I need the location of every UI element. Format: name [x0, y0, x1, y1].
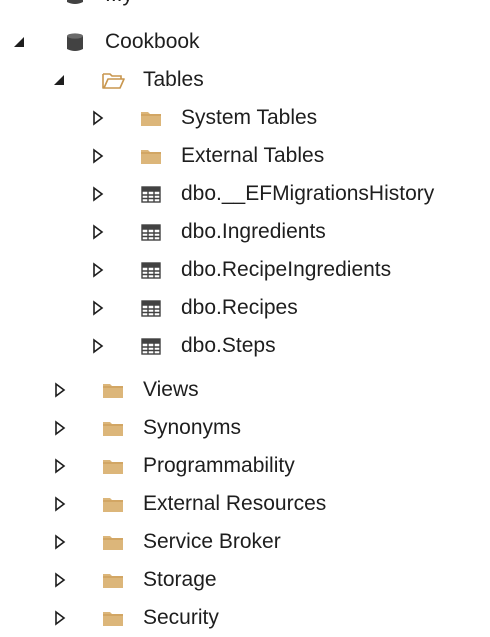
database-icon — [67, 33, 83, 51]
table-icon — [141, 300, 161, 317]
tree-node-db-child[interactable]: Views — [0, 371, 490, 409]
table-icon — [141, 338, 161, 355]
tree-node-tables-child[interactable]: dbo.RecipeIngredients — [0, 251, 490, 289]
chevron-collapsed-icon[interactable] — [90, 186, 106, 202]
tree-node-db-child[interactable]: Security — [0, 599, 490, 637]
folder-icon — [141, 112, 161, 126]
chevron-collapsed-icon[interactable] — [52, 420, 68, 436]
folder-icon — [103, 612, 123, 626]
object-explorer-tree: ...y Cookbook Tables System Tables External … — [0, 0, 490, 637]
chevron-collapsed-icon[interactable] — [90, 338, 106, 354]
chevron-collapsed-icon[interactable] — [52, 382, 68, 398]
tree-node-tables-child-label: dbo.Steps — [181, 334, 276, 357]
tree-node-tables-label: Tables — [143, 68, 204, 91]
tree-node-db-child[interactable]: External Resources — [0, 485, 490, 523]
chevron-collapsed-icon[interactable] — [90, 224, 106, 240]
folder-open-icon — [102, 73, 125, 89]
tree-node-tables-child[interactable]: dbo.Ingredients — [0, 213, 490, 251]
tree-node-tables-child-label: dbo.__EFMigrationsHistory — [181, 182, 435, 205]
tree-node-tables-child-label: dbo.RecipeIngredients — [181, 258, 392, 281]
tree-node-tables-child-label: External Tables — [181, 144, 325, 167]
database-icon — [67, 0, 83, 4]
tree-node-db-child-label: Storage — [143, 568, 217, 591]
folder-icon — [103, 498, 123, 512]
tree-node-database-cookbook-label: Cookbook — [105, 30, 200, 53]
tree-node-db-child-label: Views — [143, 378, 199, 401]
tree-node-tables-child[interactable]: System Tables — [0, 99, 490, 137]
tree-node-database-cookbook[interactable]: Cookbook — [0, 23, 490, 61]
chevron-collapsed-icon[interactable] — [90, 110, 106, 126]
folder-icon — [103, 460, 123, 474]
tree-node-db-child-label: Service Broker — [143, 530, 281, 553]
tree-node-db-child-label: Programmability — [143, 454, 295, 477]
folder-icon — [103, 574, 123, 588]
chevron-collapsed-icon[interactable] — [90, 148, 106, 164]
tree-node-partial-database[interactable]: ...y — [0, 0, 490, 14]
chevron-collapsed-icon[interactable] — [52, 534, 68, 550]
tree-node-tables-child[interactable]: dbo.Recipes — [0, 289, 490, 327]
tree-node-db-child[interactable]: Storage — [0, 561, 490, 599]
chevron-collapsed-icon[interactable] — [52, 572, 68, 588]
tree-node-db-child-label: Security — [143, 606, 219, 629]
tree-node-db-child-label: Synonyms — [143, 416, 242, 439]
tree-node-tables-child-label: dbo.Ingredients — [181, 220, 326, 243]
tree-node-db-child-label: External Resources — [143, 492, 327, 515]
chevron-expanded-icon[interactable] — [52, 72, 68, 88]
tree-node-tables-child[interactable]: dbo.Steps — [0, 327, 490, 365]
tree-node-tables-child[interactable]: dbo.__EFMigrationsHistory — [0, 175, 490, 213]
table-icon — [141, 262, 161, 279]
folder-icon — [103, 422, 123, 436]
tree-node-partial-database-label: ...y — [105, 0, 133, 14]
table-icon — [141, 186, 161, 203]
tree-node-tables-child-label: dbo.Recipes — [181, 296, 298, 319]
tree-node-tables-child[interactable]: External Tables — [0, 137, 490, 175]
chevron-collapsed-icon[interactable] — [90, 300, 106, 316]
folder-icon — [103, 384, 123, 398]
tree-node-db-child[interactable]: Programmability — [0, 447, 490, 485]
chevron-collapsed-icon[interactable] — [52, 610, 68, 626]
tree-node-tables[interactable]: Tables — [0, 61, 490, 99]
table-icon — [141, 224, 161, 241]
chevron-collapsed-icon[interactable] — [90, 262, 106, 278]
chevron-collapsed-icon[interactable] — [52, 458, 68, 474]
chevron-expanded-icon[interactable] — [12, 34, 28, 50]
tree-node-tables-child-label: System Tables — [181, 106, 318, 129]
tree-node-db-child[interactable]: Synonyms — [0, 409, 490, 447]
chevron-collapsed-icon[interactable] — [52, 496, 68, 512]
folder-icon — [103, 536, 123, 550]
folder-icon — [141, 150, 161, 164]
tree-node-db-child[interactable]: Service Broker — [0, 523, 490, 561]
